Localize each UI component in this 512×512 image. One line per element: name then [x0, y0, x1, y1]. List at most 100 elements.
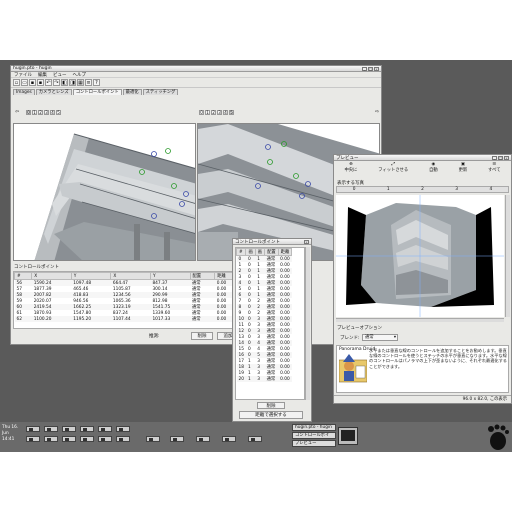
preview-image-toggle[interactable]: 2 [421, 187, 424, 192]
menu-edit[interactable]: 編集 [38, 72, 47, 78]
auto-button[interactable]: ◉ 自動 [429, 162, 438, 173]
taskbar-launcher-icon[interactable] [116, 426, 130, 432]
taskbar-launcher-icon[interactable] [248, 436, 262, 442]
taskbar-launcher-icon[interactable] [44, 436, 58, 442]
tab-control-points[interactable]: コントロールポイント [72, 89, 122, 95]
cp-list-col-header[interactable]: # [236, 248, 247, 256]
taskbar-launcher-icon[interactable] [80, 426, 94, 432]
left-image-tab[interactable]: 4 [50, 109, 55, 115]
preview-image-toggle[interactable]: 1 [387, 187, 390, 192]
cp-col-header[interactable]: X [110, 272, 151, 280]
taskbar-launcher-icon[interactable] [170, 436, 184, 442]
menu-help[interactable]: ヘルプ [73, 72, 87, 78]
optimize-icon[interactable]: ◧ [61, 79, 68, 86]
preview-close-button[interactable]: × [504, 155, 509, 160]
right-image-tab[interactable]: 1 [205, 109, 210, 115]
tab-images[interactable]: Images [13, 89, 35, 95]
monitor-icon[interactable] [338, 427, 358, 445]
cp-table-row[interactable]: 62 1100.20 1195.20 1107.44 1017.33 通常 0.00 [14, 316, 240, 322]
cp-list-close-button[interactable]: × [304, 239, 309, 244]
right-image-tab[interactable]: 4 [223, 109, 228, 115]
cp-table-body: 56 1590.24 1097.48 664.47 847.37 通常 0.00 57 1877… [14, 279, 240, 322]
blend-select[interactable]: 通常 ▾ [362, 334, 398, 341]
arrow-left-icon[interactable]: ⇦ [15, 109, 25, 115]
tab-stitching[interactable]: スティッチング [142, 89, 179, 95]
left-image-tab[interactable]: 1 [32, 109, 37, 115]
preview-hscrollbar[interactable] [336, 318, 504, 322]
taskbar-launcher-icon[interactable] [98, 436, 112, 442]
taskbar-launcher-icon[interactable] [26, 426, 40, 432]
minimize-button[interactable]: _ [362, 66, 367, 71]
panorama-preview-canvas[interactable] [336, 195, 504, 317]
undo-icon[interactable]: ↶ [45, 79, 52, 86]
tab-camera-lens[interactable]: カメラとレンズ [35, 89, 72, 95]
preview-image-toggle[interactable]: 0 [353, 187, 356, 192]
cp-list-scrollbar[interactable] [305, 247, 310, 400]
cp-list-col-header[interactable]: 画 [254, 248, 266, 256]
cp-col-header[interactable]: # [14, 272, 33, 280]
right-image-tab[interactable]: 5 [229, 109, 234, 115]
help-icon[interactable]: ? [93, 79, 100, 86]
update-button[interactable]: ▣ 更新 [459, 162, 468, 173]
taskbar-launcher-icon[interactable] [62, 436, 76, 442]
task-preview[interactable]: プレビュー [292, 440, 336, 447]
right-image-tab[interactable]: 2 [211, 109, 216, 115]
taskbar-launcher-icon[interactable] [146, 436, 160, 442]
cp-col-header[interactable]: Y [149, 272, 191, 280]
redo-icon[interactable]: ↷ [53, 79, 60, 86]
cp-table-container: # X Y X Y 配置 距離 56 1590.24 1097.48 664.47 84… [13, 271, 241, 329]
taskbar-launcher-icon[interactable] [222, 436, 236, 442]
preview-icon[interactable]: ▦ [77, 79, 84, 86]
left-image-tab[interactable]: 2 [38, 109, 43, 115]
task-hugin[interactable]: hugin.pto - hugin [292, 424, 336, 431]
cp-list-row[interactable]: 20 1 3 通常 0.00 [236, 376, 292, 382]
arrow-right-icon[interactable]: ⇨ [375, 109, 379, 115]
select-by-distance-button[interactable]: 距離で選択する [239, 411, 303, 419]
right-image-tab[interactable]: 3 [217, 109, 222, 115]
maximize-button[interactable]: □ [368, 66, 373, 71]
taskbar-launcher-icon[interactable] [44, 426, 58, 432]
preview-image-toggle[interactable]: 4 [489, 187, 492, 192]
taskbar-launcher-icon[interactable] [98, 426, 112, 432]
left-image-tab[interactable]: 0 [26, 109, 31, 115]
open-icon[interactable]: ▭ [21, 79, 28, 86]
cp-col-header[interactable]: Y [70, 272, 112, 280]
taskbar-launcher-icon[interactable] [80, 436, 94, 442]
cp-list-col-header[interactable]: 画 [245, 248, 256, 256]
cp-list-titlebar[interactable]: コントロールポイント × [233, 239, 311, 245]
preview-maximize-button[interactable]: □ [498, 155, 503, 160]
taskbar-launcher-icon[interactable] [196, 436, 210, 442]
all-button[interactable]: ☰ すべて [488, 162, 500, 173]
center-button[interactable]: ⊕ 中央に [344, 162, 357, 173]
taskbar-launcher-icon[interactable] [26, 436, 40, 442]
new-icon[interactable]: ▫ [13, 79, 20, 86]
preview-scrollbar[interactable] [505, 195, 510, 317]
cp-list-cell: 0.00 [280, 256, 290, 262]
menu-view[interactable]: ビュー [53, 72, 67, 78]
tab-optimize[interactable]: 最適化 [122, 89, 142, 95]
left-image-tab[interactable]: 5 [56, 109, 61, 115]
cp-list-col-header[interactable]: 配置 [264, 248, 279, 256]
taskbar-launcher-icon[interactable] [116, 436, 130, 442]
right-image-tab[interactable]: 0 [199, 109, 204, 115]
cp-list-icon[interactable]: ≡ [85, 79, 92, 86]
stitch-icon[interactable]: ◨ [69, 79, 76, 86]
menu-file[interactable]: ファイル [14, 72, 32, 78]
left-image-tab[interactable]: 3 [44, 109, 49, 115]
save-icon[interactable]: ▪ [29, 79, 36, 86]
close-button[interactable]: × [374, 66, 379, 71]
left-cp-image[interactable] [13, 123, 196, 261]
fit-button[interactable]: ⤢ フィットさせる [378, 162, 408, 173]
cp-list-delete-button[interactable]: 削除 [257, 402, 285, 409]
cp-list-col-header[interactable]: 距離 [277, 248, 293, 256]
cp-col-header[interactable]: 配置 [189, 272, 216, 280]
preview-minimize-button[interactable]: _ [492, 155, 497, 160]
task-cp-list[interactable]: コントロールポイ [292, 432, 336, 439]
gnome-foot-icon[interactable] [484, 423, 510, 451]
main-delete-button[interactable]: 削除 [191, 332, 213, 340]
preview-image-toggle[interactable]: 3 [455, 187, 458, 192]
cp-col-header[interactable]: X [31, 272, 72, 280]
save-as-icon[interactable]: ▪ [37, 79, 44, 86]
preview-titlebar[interactable]: プレビュー _ □ × [334, 155, 511, 161]
taskbar-launcher-icon[interactable] [62, 426, 76, 432]
